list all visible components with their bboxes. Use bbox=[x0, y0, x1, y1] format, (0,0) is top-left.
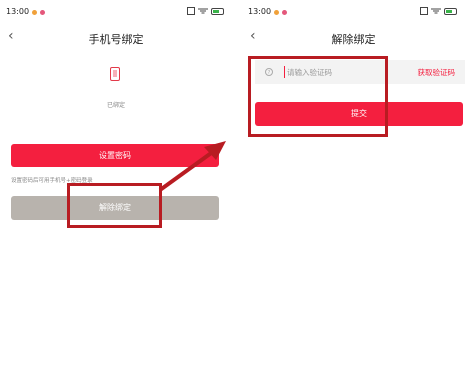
wifi-icon bbox=[431, 8, 441, 13]
page-title: 手机号绑定 bbox=[88, 33, 144, 46]
battery-icon bbox=[211, 7, 224, 15]
help-icon[interactable]: ? bbox=[265, 68, 273, 76]
text-cursor bbox=[284, 66, 285, 78]
submit-button[interactable]: 提交 bbox=[255, 102, 463, 126]
password-hint-text: 设置密码后可用手机号+密码登录 bbox=[11, 178, 93, 184]
bound-status-label: 已绑定 bbox=[106, 102, 125, 109]
get-code-link[interactable]: 获取验证码 bbox=[418, 67, 456, 78]
phone-binding-screen: 13:00 ‹ 手机号绑定 已绑定 设置密码 设置密码后可用手机号+密码登录 解… bbox=[0, 0, 232, 388]
unbind-screen: 13:00 ‹ 解除绑定 ? 获取验证码 提交 bbox=[242, 0, 465, 388]
signal-icon bbox=[187, 7, 195, 15]
notification-dot-icon bbox=[274, 10, 279, 15]
page-title: 解除绑定 bbox=[331, 33, 376, 46]
nav-bar: ‹ 手机号绑定 bbox=[0, 28, 232, 48]
status-bar: 13:00 bbox=[0, 0, 232, 22]
status-bar: 13:00 bbox=[242, 0, 465, 22]
status-time: 13:00 bbox=[6, 7, 30, 16]
nav-bar: ‹ 解除绑定 bbox=[242, 28, 465, 48]
unbind-button[interactable]: 解除绑定 bbox=[11, 196, 219, 220]
signal-icon bbox=[420, 7, 428, 15]
status-time: 13:00 bbox=[248, 7, 272, 16]
status-icons bbox=[420, 7, 457, 15]
notification-dot-icon bbox=[40, 10, 45, 15]
battery-icon bbox=[444, 7, 457, 15]
status-icons bbox=[187, 7, 224, 15]
verification-code-row: ? 获取验证码 bbox=[255, 60, 465, 84]
notification-dot-icon bbox=[32, 10, 37, 15]
notification-dot-icon bbox=[282, 10, 287, 15]
verification-code-input[interactable] bbox=[287, 66, 387, 78]
phone-icon bbox=[110, 67, 120, 81]
wifi-icon bbox=[198, 8, 208, 13]
set-password-button[interactable]: 设置密码 bbox=[11, 144, 219, 167]
